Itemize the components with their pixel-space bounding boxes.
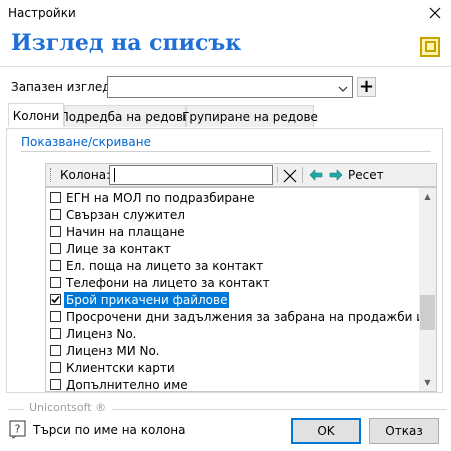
cancel-button-label: Отказ: [385, 424, 423, 438]
section-divider: [21, 151, 431, 152]
list-item-label: Начин на плащане: [66, 224, 185, 239]
list-item[interactable]: Просрочени дни задължения за забрана на …: [46, 308, 437, 325]
saved-view-label: Запазен изглед:: [11, 80, 115, 94]
list-item-label: ЕГН на МОЛ по подразбиране: [66, 190, 255, 205]
ok-button[interactable]: OK: [291, 418, 361, 444]
column-filter-label: Колона:: [60, 168, 111, 182]
checkbox[interactable]: [50, 345, 61, 356]
add-view-button[interactable]: +: [357, 77, 376, 97]
filter-toolbar: Колона: Ресет: [45, 163, 437, 187]
list-item-label: Клиентски карти: [66, 360, 175, 375]
header-divider: [0, 66, 451, 67]
brand-divider-left: [8, 409, 24, 410]
checkbox[interactable]: [50, 260, 61, 271]
column-list[interactable]: ЕГН на МОЛ по подразбиране Свързан служит…: [45, 187, 437, 392]
saved-view-select[interactable]: [107, 76, 353, 98]
checkbox[interactable]: [50, 192, 61, 203]
list-item[interactable]: Допълнително име: [46, 376, 190, 392]
title-bar: Настройки: [0, 0, 451, 27]
panel-icon: [420, 37, 440, 57]
list-item-label: Брой прикачени файлове: [64, 291, 230, 308]
list-item[interactable]: Лиценз МИ No.: [46, 342, 161, 359]
list-item-label: Ел. поща на лицето за контакт: [66, 258, 264, 273]
checkbox-checked[interactable]: [50, 294, 61, 305]
toolbar-separator: [302, 167, 303, 183]
arrow-right-icon[interactable]: [329, 168, 345, 184]
window-title: Настройки: [8, 6, 76, 20]
add-view-symbol: +: [358, 76, 375, 97]
list-item[interactable]: Ел. поща на лицето за контакт: [46, 257, 265, 274]
text-cursor: [114, 168, 115, 182]
list-item[interactable]: Свързан служител: [46, 206, 187, 223]
list-item-label: Лиценз No.: [66, 326, 137, 341]
ok-button-label: OK: [317, 424, 335, 438]
hint-text: Търси по име на колона: [33, 423, 186, 437]
scroll-up-icon[interactable]: ▲: [419, 188, 436, 205]
cancel-button[interactable]: Отказ: [369, 418, 439, 444]
list-item-label: Допълнително име: [66, 377, 188, 392]
scroll-thumb[interactable]: [420, 295, 435, 330]
checkbox[interactable]: [50, 311, 61, 322]
tab-label: Групиране на редове: [182, 109, 318, 124]
list-item[interactable]: Лиценз No.: [46, 325, 138, 342]
svg-text:?: ?: [15, 423, 21, 436]
column-list-items: ЕГН на МОЛ по подразбиране Свързан служит…: [46, 188, 436, 392]
checkbox[interactable]: [50, 209, 61, 220]
reset-button[interactable]: Ресет: [348, 168, 384, 182]
list-item[interactable]: Лице за контакт: [46, 240, 173, 257]
list-item[interactable]: Клиентски карти: [46, 359, 177, 376]
close-icon[interactable]: [423, 2, 447, 24]
tab-columns[interactable]: Колони: [8, 103, 64, 127]
show-hide-link[interactable]: Показване/скриване: [21, 135, 151, 149]
brand-label: Unicontsoft ®: [29, 401, 107, 414]
help-icon: ?: [9, 420, 26, 439]
column-filter-input[interactable]: [109, 165, 273, 185]
tab-label: Колони: [12, 108, 60, 123]
toolbar-grip: [50, 168, 54, 182]
list-item-label: Просрочени дни задължения за забрана на …: [66, 309, 437, 324]
clear-filter-icon[interactable]: [282, 168, 298, 184]
list-item[interactable]: Телефони на лицето за контакт: [46, 274, 272, 291]
tab-strip: Колони Подредба на редове Групиране на р…: [6, 103, 446, 129]
list-item[interactable]: Брой прикачени файлове: [46, 291, 230, 308]
checkbox[interactable]: [50, 379, 61, 390]
toolbar-separator: [277, 167, 278, 183]
page-title: Изглед на списък: [11, 30, 242, 56]
checkbox[interactable]: [50, 226, 61, 237]
list-item-label: Телефони на лицето за контакт: [66, 275, 270, 290]
tab-label: Подредба на редове: [59, 109, 191, 124]
list-item-label: Свързан служител: [66, 207, 185, 222]
checkbox[interactable]: [50, 243, 61, 254]
scroll-down-icon[interactable]: ▼: [419, 374, 436, 391]
list-item-label: Лиценз МИ No.: [66, 343, 160, 358]
checkbox[interactable]: [50, 328, 61, 339]
list-item-label: Лице за контакт: [66, 241, 171, 256]
checkbox[interactable]: [50, 277, 61, 288]
chevron-down-icon: [338, 82, 348, 96]
list-item[interactable]: Начин на плащане: [46, 223, 187, 240]
list-scrollbar[interactable]: ▲ ▼: [419, 188, 436, 391]
tab-row-order[interactable]: Подредба на редове: [60, 105, 190, 127]
tab-row-grouping[interactable]: Групиране на редове: [182, 105, 318, 127]
arrow-left-icon[interactable]: [309, 168, 325, 184]
checkbox[interactable]: [50, 362, 61, 373]
brand-divider: [112, 409, 447, 410]
list-item[interactable]: ЕГН на МОЛ по подразбиране: [46, 189, 257, 206]
